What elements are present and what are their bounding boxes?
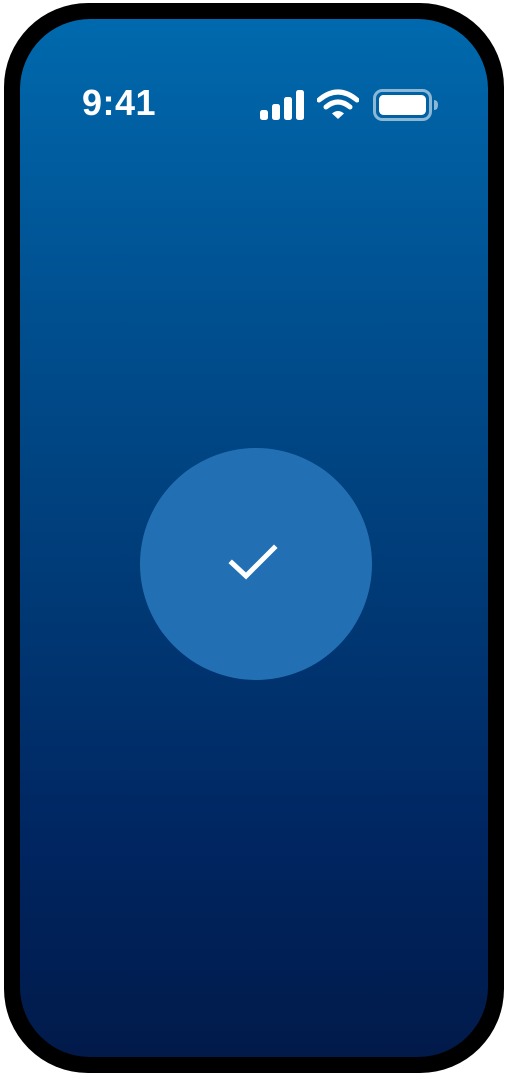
battery-icon [373,89,438,121]
success-indicator [140,448,372,680]
device-frame: 9:41 [4,3,504,1073]
status-bar: 9:41 [20,19,488,129]
status-time: 9:41 [82,82,157,123]
wifi-icon [317,89,359,119]
check-icon [228,544,278,580]
signal-icon [260,90,304,120]
screen: 9:41 [20,19,488,1057]
